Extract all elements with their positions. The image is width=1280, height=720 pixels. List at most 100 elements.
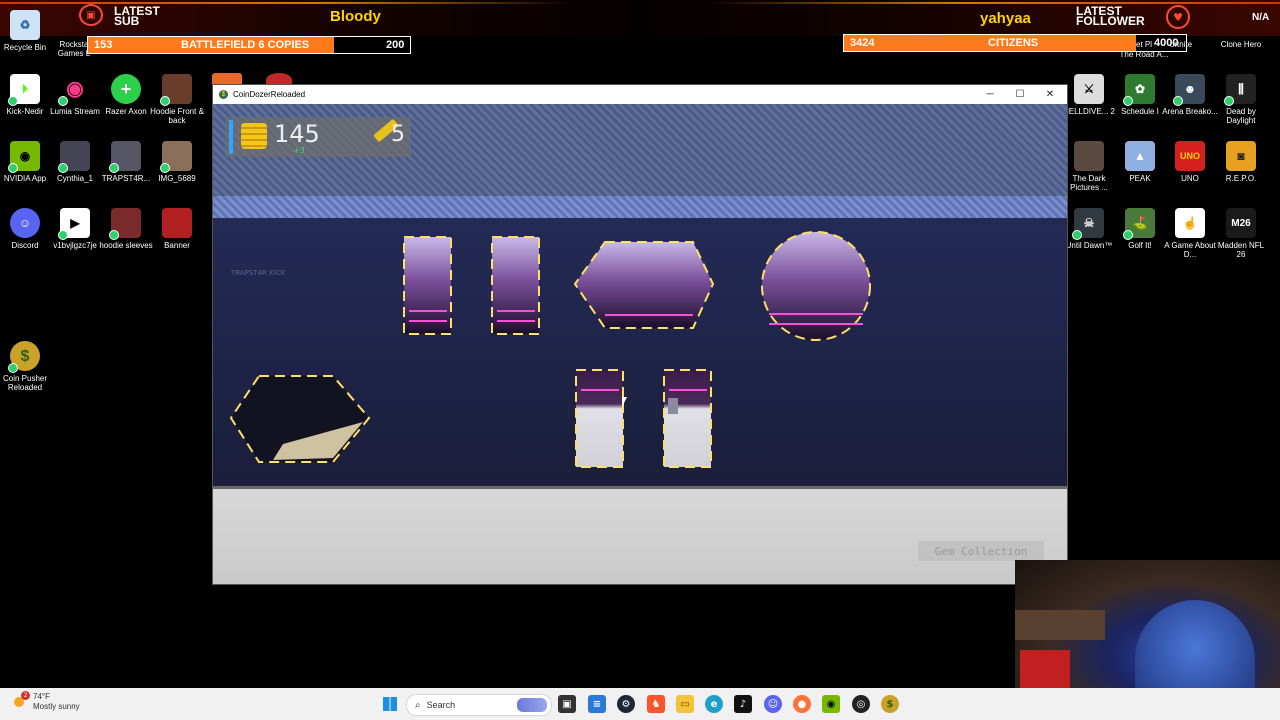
edge-icon[interactable]: e bbox=[705, 695, 723, 713]
desktop-icon-video[interactable]: ▶ v1bvjlgzc7je bbox=[47, 208, 103, 250]
weather-temp: 74°F bbox=[33, 692, 50, 701]
discord-icon: ☺ bbox=[10, 208, 40, 238]
desktop-icon-label: Lumia Stream bbox=[50, 107, 100, 116]
desktop-icon-label: HELLDIVE... 2 bbox=[1062, 107, 1116, 116]
gem-collection-button[interactable]: Gem Collection bbox=[918, 541, 1044, 561]
image-icon bbox=[58, 141, 90, 173]
desktop-icon-kick-nedir[interactable]: ⏵ Kick-Nedir bbox=[0, 74, 53, 116]
search-highlight-icon bbox=[517, 698, 547, 712]
desktop-icon-schedule[interactable]: ✿ Schedule I bbox=[1112, 74, 1168, 116]
goal-current: 153 bbox=[94, 39, 113, 51]
desktop-icon-dbd[interactable]: ⫼ Dead by Daylight bbox=[1213, 74, 1269, 125]
steam-icon[interactable]: ⚙ bbox=[617, 695, 635, 713]
follower-heart-icon: ♥ bbox=[1166, 5, 1190, 29]
image-icon bbox=[160, 74, 192, 106]
desktop-icon-until-dawn[interactable]: ☠ Until Dawn™ bbox=[1061, 208, 1117, 250]
desktop-icon-uno[interactable]: UNO UNO bbox=[1162, 141, 1218, 183]
desktop-icon-label: NVIDIA App bbox=[3, 174, 47, 183]
desktop-icon-label: PEAK bbox=[1129, 174, 1151, 183]
notification-badge: 2 bbox=[21, 691, 30, 700]
slot-hexagon-top bbox=[573, 241, 715, 329]
desktop-icon-a-game-about[interactable]: ☝ A Game About D... bbox=[1162, 208, 1218, 259]
slot-tall-2 bbox=[491, 236, 540, 335]
desktop-icon-label: hoodie sleeves bbox=[99, 241, 153, 250]
nvidia-taskbar-icon[interactable]: ◉ bbox=[822, 695, 840, 713]
desktop-icon-img5689[interactable]: IMG_5689 bbox=[149, 141, 205, 183]
desktop-icon-label: Recycle Bin bbox=[3, 43, 47, 52]
desktop-icon-lumia[interactable]: ◉ Lumia Stream bbox=[47, 74, 103, 117]
desktop-icon-label: et Pl bbox=[1135, 40, 1152, 49]
desktop-icon-banner[interactable]: Banner bbox=[149, 208, 205, 250]
desktop-icon-label: Schedule I bbox=[1121, 107, 1159, 116]
latest-follower-name: yahyaa bbox=[980, 10, 1031, 27]
desktop-icon-clone-hero[interactable]: Clone Hero bbox=[1213, 40, 1269, 49]
firefox-icon[interactable]: ● bbox=[793, 695, 811, 713]
golf-icon: ⛳ bbox=[1123, 208, 1155, 240]
latest-sub-name: Bloody bbox=[330, 8, 381, 25]
image-icon bbox=[162, 208, 192, 238]
twitch-sub-icon: ▣ bbox=[79, 4, 103, 26]
desktop-icon-label: Kick-Nedir bbox=[6, 107, 44, 116]
desktop-icon-arena[interactable]: ☻ Arena Breako... bbox=[1162, 74, 1218, 116]
desktop-icon-dark-pictures[interactable]: The Dark Pictures ... bbox=[1061, 141, 1117, 192]
desktop-icon-repo[interactable]: ◙ R.E.P.O. bbox=[1213, 141, 1269, 183]
desktop-icon-the-road[interactable]: The Road A... bbox=[1116, 50, 1172, 59]
desktop-icon-discord[interactable]: ☺ Discord bbox=[0, 208, 53, 250]
desktop-icon-madden[interactable]: M26 Madden NFL 26 bbox=[1213, 208, 1269, 259]
desktop-icon-label: Madden NFL 26 bbox=[1217, 241, 1265, 259]
desktop-icon-hoodie-sleeves[interactable]: hoodie sleeves bbox=[98, 208, 154, 250]
game-scene[interactable]: 145 +3 5 TRAPST4R KICK Gem Collection bbox=[213, 104, 1067, 584]
desktop-icon-label: Dead by Daylight bbox=[1226, 107, 1256, 125]
dark-pictures-icon bbox=[1074, 141, 1104, 171]
desktop-icon-golf-it[interactable]: ⛳ Golf It! bbox=[1112, 208, 1168, 250]
tiktok-icon[interactable]: ♪ bbox=[734, 695, 752, 713]
desktop-icon-cynthia[interactable]: Cynthia_1 bbox=[47, 141, 103, 183]
desktop-icon-coin-pusher[interactable]: $ Coin Pusher Reloaded bbox=[0, 341, 53, 392]
windows-start-icon[interactable] bbox=[381, 695, 399, 713]
desktop-icon-label: Rocksta Games L bbox=[57, 40, 91, 58]
nvidia-icon: ◉ bbox=[8, 141, 40, 173]
desktop-icon-label: Clone Hero bbox=[1220, 40, 1262, 49]
weather-desc: Mostly sunny bbox=[33, 702, 80, 711]
desktop-icon-trapst4r[interactable]: TRAPST4R... bbox=[98, 141, 154, 183]
slot-tall-4 bbox=[663, 369, 712, 468]
uno-icon: UNO bbox=[1175, 141, 1205, 171]
search-input[interactable]: ⌕ Search bbox=[406, 694, 552, 716]
minimize-button[interactable]: ─ bbox=[975, 85, 1005, 104]
desktop-icon-label: Arena Breako... bbox=[1162, 107, 1218, 116]
mouse-cursor-icon bbox=[622, 397, 627, 407]
coin-pusher-taskbar-icon[interactable]: $ bbox=[881, 695, 899, 713]
slots-layer bbox=[229, 231, 871, 468]
slot-circle bbox=[761, 231, 871, 341]
helldivers-icon: ⚔ bbox=[1074, 74, 1104, 104]
desktop-icon-hoodie[interactable]: Hoodie Front & back bbox=[149, 74, 205, 125]
file-explorer-icon[interactable]: ▭ bbox=[676, 695, 694, 713]
maximize-button[interactable]: ☐ bbox=[1005, 85, 1035, 104]
discord-taskbar-icon[interactable]: ☺ bbox=[764, 695, 782, 713]
notepad-icon[interactable]: ≡ bbox=[588, 695, 606, 713]
obs-icon[interactable]: ◎ bbox=[852, 695, 870, 713]
desktop-icon-label: The Dark Pictures ... bbox=[1070, 174, 1108, 192]
until-dawn-icon: ☠ bbox=[1072, 208, 1104, 240]
game-window[interactable]: $ CoinDozerReloaded ─ ☐ ✕ 145 +3 5 TRAPS… bbox=[213, 85, 1067, 584]
goal-target: 4000 bbox=[1154, 37, 1179, 49]
desktop-icon-peak[interactable]: ▲ PEAK bbox=[1112, 141, 1168, 183]
desktop-icon-label: Razer Axon bbox=[105, 107, 147, 116]
desktop-icon-nvidia[interactable]: ◉ NVIDIA App bbox=[0, 141, 53, 183]
brave-icon[interactable]: ♞ bbox=[647, 695, 665, 713]
desktop-icon-label: Banner bbox=[164, 241, 190, 250]
search-placeholder: Search bbox=[426, 700, 456, 710]
kick-icon: ⏵ bbox=[8, 74, 40, 106]
desktop-icon-helldivers[interactable]: ⚔ HELLDIVE... 2 bbox=[1061, 74, 1117, 116]
weather-widget[interactable]: 74°F Mostly sunny bbox=[33, 692, 80, 712]
desktop-icon-label: Golf It! bbox=[1128, 241, 1152, 250]
desktop-icon-razer[interactable]: + Razer Axon bbox=[98, 74, 154, 116]
desktop-icon-label: Discord bbox=[11, 241, 39, 250]
coin-icon: $ bbox=[8, 341, 40, 373]
latest-follower-label: LATEST FOLLOWER bbox=[1076, 4, 1145, 28]
window-titlebar[interactable]: $ CoinDozerReloaded ─ ☐ ✕ bbox=[213, 85, 1067, 104]
task-view-icon[interactable]: ▣ bbox=[558, 695, 576, 713]
desktop-icon-label: v1bvjlgzc7je bbox=[53, 241, 97, 250]
close-button[interactable]: ✕ bbox=[1035, 85, 1065, 104]
dbd-icon: ⫼ bbox=[1224, 74, 1256, 106]
